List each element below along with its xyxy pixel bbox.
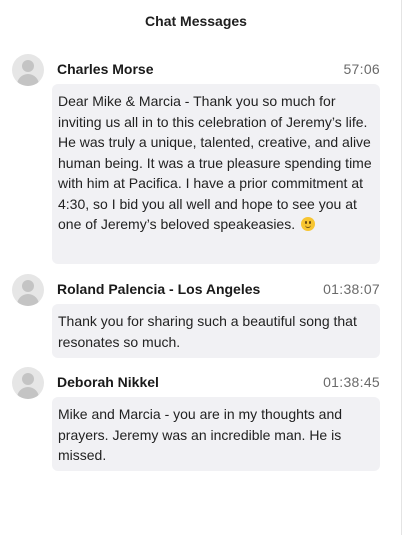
avatar-body	[17, 294, 39, 306]
sender-name: Charles Morse	[57, 61, 154, 77]
avatar	[12, 367, 44, 399]
avatar-head	[22, 373, 34, 385]
message-time: 57:06	[343, 61, 380, 77]
chat-message: Charles Morse 57:06 Dear Mike & Marcia -…	[12, 54, 380, 264]
message-bubble: Thank you for sharing such a beautiful s…	[52, 304, 380, 358]
avatar-body	[17, 387, 39, 399]
avatar-head	[22, 280, 34, 292]
avatar-head	[22, 60, 34, 72]
message-text: Dear Mike & Marcia - Thank you so much f…	[58, 93, 372, 232]
avatar-body	[17, 74, 39, 86]
message-bubble: Mike and Marcia - you are in my thoughts…	[52, 397, 380, 471]
message-text: Thank you for sharing such a beautiful s…	[58, 313, 357, 350]
chat-message: Roland Palencia - Los Angeles 01:38:07 T…	[12, 274, 380, 358]
chat-message: Deborah Nikkel 01:38:45 Mike and Marcia …	[12, 367, 380, 471]
chat-panel: Chat Messages Charles Morse 57:06 Dear M…	[0, 0, 402, 535]
sender-name: Deborah Nikkel	[57, 374, 159, 390]
message-text: Mike and Marcia - you are in my thoughts…	[58, 406, 343, 463]
avatar	[12, 274, 44, 306]
message-bubble: Dear Mike & Marcia - Thank you so much f…	[52, 84, 380, 264]
panel-title: Chat Messages	[145, 13, 247, 29]
message-time: 01:38:45	[323, 374, 380, 390]
message-time: 01:38:07	[323, 281, 380, 297]
sender-name: Roland Palencia - Los Angeles	[57, 281, 261, 297]
avatar	[12, 54, 44, 86]
smiling-face-icon	[301, 217, 315, 231]
